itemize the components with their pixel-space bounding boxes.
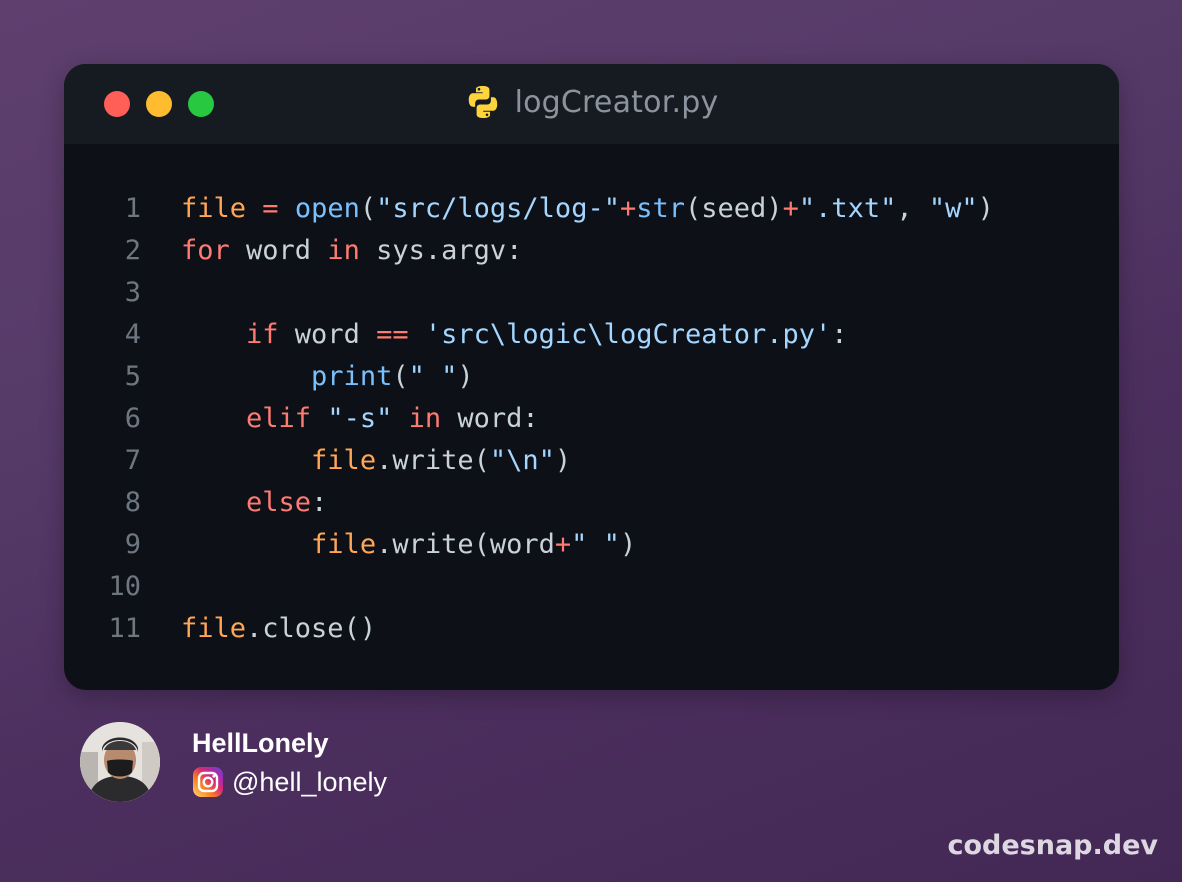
code-token: + xyxy=(619,193,637,224)
code-token: ( xyxy=(392,361,409,392)
code-line: 6 elif "-s" in word: xyxy=(64,398,1119,440)
code-token: .write( xyxy=(376,445,490,476)
file-name: logCreator.py xyxy=(514,84,719,120)
code-line: 1 file = open("src/logs/log-"+str(seed)+"… xyxy=(64,188,1119,230)
code-token: "w" xyxy=(928,193,978,224)
code-token: print xyxy=(311,361,393,392)
python-icon xyxy=(468,86,497,118)
code-token: : xyxy=(831,319,848,350)
code-token: , xyxy=(896,193,929,224)
code-token: " " xyxy=(408,361,458,392)
line-number: 6 xyxy=(124,403,141,434)
code-text: file.write(word+" ") xyxy=(181,524,636,566)
code-token: "src/logs/log-" xyxy=(376,193,620,224)
code-token: word: xyxy=(441,403,539,434)
code-token: word xyxy=(229,235,328,266)
code-text: print(" ") xyxy=(181,356,474,398)
code-token: file xyxy=(311,529,377,560)
code-block: 1 file = open("src/logs/log-"+str(seed)+"… xyxy=(64,188,1119,650)
line-number: 8 xyxy=(124,487,141,518)
code-text: for word in sys.argv: xyxy=(181,230,522,272)
code-text: file.write("\n") xyxy=(181,440,571,482)
author-name: HellLonely xyxy=(192,728,329,758)
code-token: in xyxy=(327,235,360,266)
code-line: 8 else: xyxy=(64,482,1119,524)
code-token: elif xyxy=(246,403,312,434)
code-line: 5 print(" ") xyxy=(64,356,1119,398)
code-token: .close() xyxy=(246,613,377,644)
code-line: 4 if word == 'src\logic\logCreator.py': xyxy=(64,314,1119,356)
line-number: 1 xyxy=(124,193,141,224)
code-text: else: xyxy=(181,482,327,524)
line-number: 10 xyxy=(108,571,141,602)
instagram-icon xyxy=(193,767,223,797)
code-line: 3 xyxy=(64,272,1119,314)
code-token: 'src\logic\logCreator.py' xyxy=(424,319,832,350)
code-token: (seed) xyxy=(685,193,783,224)
code-token: str xyxy=(636,193,686,224)
code-token: ) xyxy=(554,445,572,476)
instagram-link[interactable]: @hell_lonely xyxy=(192,766,387,798)
code-token: in xyxy=(408,403,442,434)
code-token: == xyxy=(376,319,409,350)
line-number: 11 xyxy=(108,613,141,644)
code-token: if xyxy=(246,319,279,350)
code-token: " " xyxy=(571,529,620,560)
line-number: 5 xyxy=(124,361,141,392)
line-number: 9 xyxy=(124,529,141,560)
line-number: 7 xyxy=(124,445,141,476)
avatar xyxy=(80,722,160,802)
code-token: sys.argv: xyxy=(359,235,523,266)
code-text: file.close() xyxy=(181,608,376,650)
author-handle: @hell_lonely xyxy=(232,766,387,797)
code-token: ".txt" xyxy=(798,193,897,224)
code-token: file xyxy=(181,613,247,644)
code-token: "-s" xyxy=(327,403,393,434)
code-token: file xyxy=(181,193,247,224)
code-token: + xyxy=(782,193,799,224)
code-token: = xyxy=(262,193,279,224)
code-line: 11 file.close() xyxy=(64,608,1119,650)
code-line: 9 file.write(word+" ") xyxy=(64,524,1119,566)
code-token: open xyxy=(294,193,360,224)
line-number: 4 xyxy=(124,319,141,350)
code-line: 7 file.write("\n") xyxy=(64,440,1119,482)
code-token: .write(word xyxy=(376,529,555,560)
watermark: codesnap.dev xyxy=(947,830,1158,861)
code-token: + xyxy=(554,529,572,560)
code-token: for xyxy=(181,235,230,266)
code-token: word xyxy=(278,319,377,350)
code-text: if word == 'src\logic\logCreator.py': xyxy=(181,314,848,356)
line-number: 2 xyxy=(124,235,141,266)
title-bar: logCreator.py xyxy=(64,64,1119,144)
code-token: file xyxy=(311,445,377,476)
line-number: 3 xyxy=(124,277,141,308)
code-token: : xyxy=(311,487,328,518)
code-token: ) xyxy=(977,193,994,224)
code-token: ( xyxy=(359,193,377,224)
file-title: logCreator.py xyxy=(64,84,1119,120)
code-text: elif "-s" in word: xyxy=(181,398,539,440)
code-text: file = open("src/logs/log-"+str(seed)+".… xyxy=(181,188,994,230)
code-line: 10 xyxy=(64,566,1119,608)
code-line: 2 for word in sys.argv: xyxy=(64,230,1119,272)
code-token: ) xyxy=(619,529,637,560)
code-token: "\n" xyxy=(489,445,555,476)
code-token: else xyxy=(246,487,312,518)
code-window: logCreator.py 1 file = open("src/logs/log… xyxy=(64,64,1119,690)
code-token: ) xyxy=(457,361,474,392)
